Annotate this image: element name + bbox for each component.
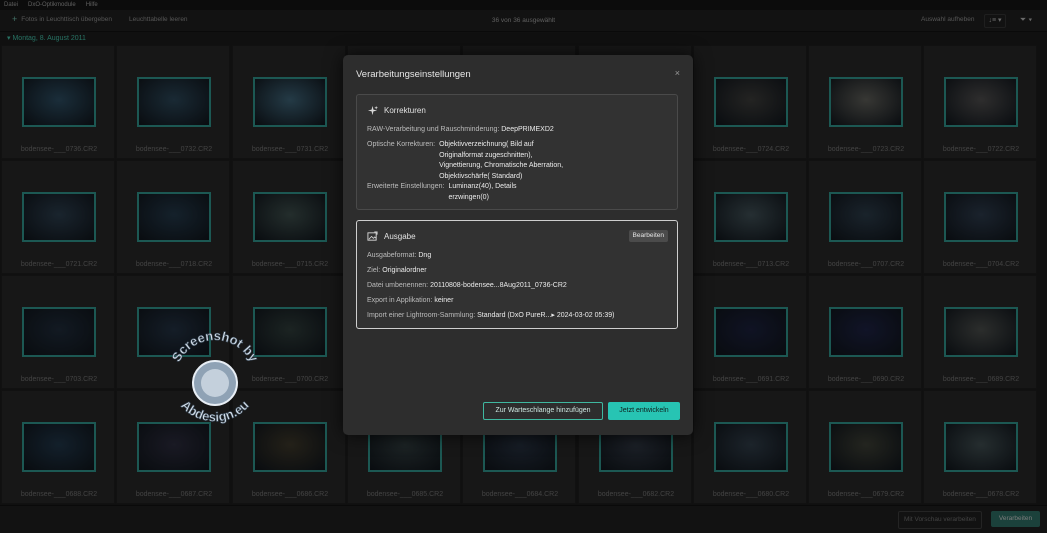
optical-line: Vignettierung, Chromatische Aberration, (439, 162, 564, 169)
sparkle-icon (367, 105, 378, 116)
rename-value: 20110808-bodensee...8Aug2011_0736-CR2 (430, 282, 567, 289)
advanced-settings-value: Luminanz(40), Details erzwingen(0) (448, 182, 516, 203)
advanced-settings-row: Erweiterte Einstellungen: Luminanz(40), … (367, 182, 517, 203)
target-value: Originalordner (382, 267, 427, 274)
optical-line: Objektivschärfe( Standard) (439, 172, 523, 180)
advanced-line: erzwingen(0) (448, 193, 489, 201)
advanced-settings-label: Erweiterte Einstellungen: (367, 183, 445, 190)
target-row: Ziel: Originalordner (367, 266, 427, 277)
watermark-line1: Screenshot by (168, 328, 262, 366)
output-heading: Ausgabe (384, 232, 416, 241)
target-label: Ziel: (367, 267, 381, 274)
dialog-title: Verarbeitungseinstellungen (356, 69, 471, 80)
svg-text:Screenshot by: Screenshot by (169, 328, 262, 365)
raw-processing-value: DeepPRIMEXD2 (501, 126, 554, 133)
corrections-header: Korrekturen (367, 105, 426, 116)
raw-processing-row: RAW-Verarbeitung und Rauschminderung: De… (367, 125, 554, 136)
raw-processing-label: RAW-Verarbeitung und Rauschminderung: (367, 126, 500, 133)
corrections-heading: Korrekturen (384, 106, 426, 115)
optical-line: Objektivverzeichnung( Bild auf (439, 141, 534, 148)
close-icon[interactable]: × (675, 68, 680, 78)
lightroom-label: Import einer Lightroom-Sammlung: (367, 312, 476, 319)
export-app-label: Export in Applikation: (367, 297, 433, 304)
edit-output-button[interactable]: Bearbeiten (628, 230, 668, 242)
lightroom-row: Import einer Lightroom-Sammlung: Standar… (367, 311, 614, 322)
optical-corrections-value: Objektivverzeichnung( Bild auf Originalf… (439, 140, 563, 182)
rename-label: Datei umbenennen: (367, 282, 429, 289)
optical-corrections-row: Optische Korrekturen: Objektivverzeichnu… (367, 140, 563, 182)
advanced-line: Luminanz(40), Details (448, 183, 517, 190)
optical-line: Originalformat zugeschnitten), (439, 151, 533, 159)
output-format-label: Ausgabeformat: (367, 252, 417, 259)
export-app-value: keiner (434, 297, 454, 304)
lightroom-value: Standard (DxO PureR...▸ 2024-03-02 05:39… (477, 312, 615, 319)
optical-corrections-label: Optische Korrekturen: (367, 141, 436, 148)
add-to-queue-button[interactable]: Zur Warteschlange hinzufügen (483, 402, 603, 420)
process-now-button[interactable]: Jetzt entwickeln (608, 402, 680, 420)
output-section: Ausgabe Bearbeiten Ausgabeformat: Dng Zi… (356, 220, 678, 329)
rename-row: Datei umbenennen: 20110808-bodensee...8A… (367, 281, 567, 292)
image-export-icon (367, 231, 378, 241)
output-header: Ausgabe (367, 231, 416, 242)
corrections-section: Korrekturen RAW-Verarbeitung und Rauschm… (356, 94, 678, 210)
output-format-value: Dng (418, 252, 432, 259)
watermark-badge: Screenshot by Abdesign.eu (168, 328, 262, 425)
export-app-row: Export in Applikation: keiner (367, 296, 453, 307)
output-format-row: Ausgabeformat: Dng (367, 251, 431, 262)
processing-settings-dialog: Verarbeitungseinstellungen × Korrekturen… (343, 55, 693, 435)
